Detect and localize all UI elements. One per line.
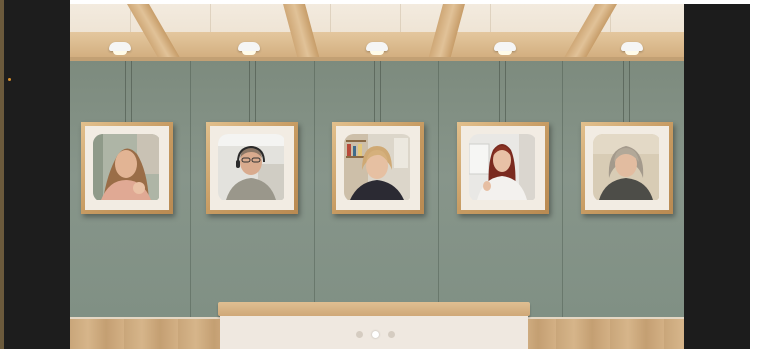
page-dot-3[interactable]	[388, 331, 395, 338]
page-dot-1[interactable]	[356, 331, 363, 338]
participant-tile-3[interactable]	[332, 122, 424, 214]
frame-mat	[210, 126, 294, 210]
ceiling-lamp-icon	[621, 42, 643, 56]
left-side-panel	[0, 0, 70, 349]
ceiling	[70, 4, 684, 61]
page-indicator	[356, 331, 396, 339]
left-window-edge	[0, 0, 4, 349]
participant-tile-2[interactable]	[206, 122, 298, 214]
participant-tile-5[interactable]	[581, 122, 673, 214]
participant-video-3	[344, 134, 412, 202]
virtual-gallery-room	[70, 4, 684, 349]
participant-video-2	[218, 134, 286, 202]
frame-mat	[85, 126, 169, 210]
participant-tile-4[interactable]	[457, 122, 549, 214]
ceiling-lamp-icon	[494, 42, 516, 56]
participant-video-1	[93, 134, 161, 202]
ceiling-lamp-icon	[366, 42, 388, 56]
frame-mat	[585, 126, 669, 210]
participant-tile-1[interactable]	[81, 122, 173, 214]
participant-video-5	[593, 134, 661, 202]
participant-video-4	[469, 134, 537, 202]
left-indicator-dot	[8, 78, 11, 81]
frame-mat	[336, 126, 420, 210]
page-dot-2-active[interactable]	[372, 331, 379, 338]
right-side-panel	[684, 4, 750, 349]
bench-top	[218, 302, 530, 316]
frame-mat	[461, 126, 545, 210]
ceiling-lamp-icon	[109, 42, 131, 56]
ceiling-lamp-icon	[238, 42, 260, 56]
